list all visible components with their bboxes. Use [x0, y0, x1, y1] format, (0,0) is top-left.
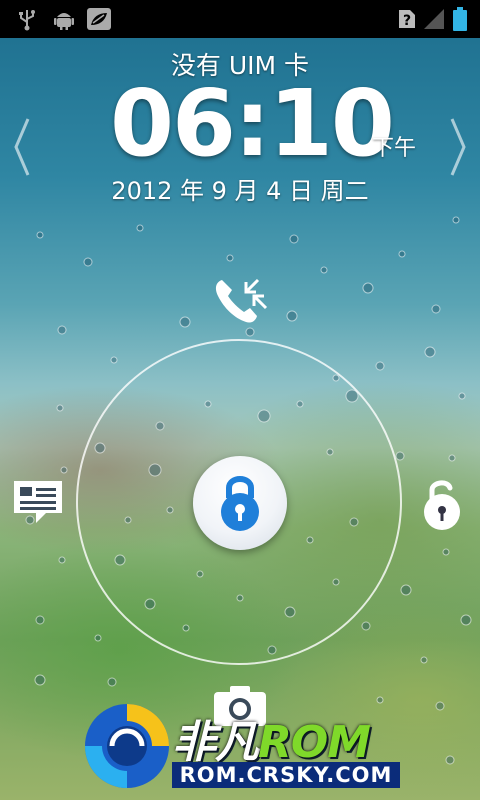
clock-time: 06:10	[110, 70, 395, 177]
leaf-icon	[87, 8, 111, 30]
watermark-url: ROM.CRSKY.COM	[172, 762, 400, 788]
no-sim-icon: ?	[399, 10, 415, 29]
message-icon[interactable]	[12, 479, 64, 527]
phone-icon[interactable]	[212, 276, 270, 326]
unlock-icon[interactable]	[420, 476, 464, 530]
clock-ampm: 下午	[372, 136, 417, 161]
watermark-title: 非凡ROM	[172, 706, 371, 770]
battery-icon	[453, 7, 467, 31]
previous-page-arrow-icon[interactable]	[10, 115, 34, 179]
status-bar: ?	[0, 0, 480, 38]
watermark-title-en: ROM	[258, 717, 371, 768]
date-text: 2012 年 9 月 4 日 周二	[111, 177, 369, 205]
usb-icon	[19, 10, 35, 31]
lock-icon	[221, 476, 259, 531]
lock-handle[interactable]	[193, 456, 287, 550]
next-page-arrow-icon[interactable]	[446, 115, 470, 179]
watermark-title-cn: 非凡	[172, 717, 259, 768]
svg-text:?: ?	[403, 13, 411, 29]
signal-icon	[424, 9, 444, 29]
android-debug-icon	[54, 13, 74, 30]
